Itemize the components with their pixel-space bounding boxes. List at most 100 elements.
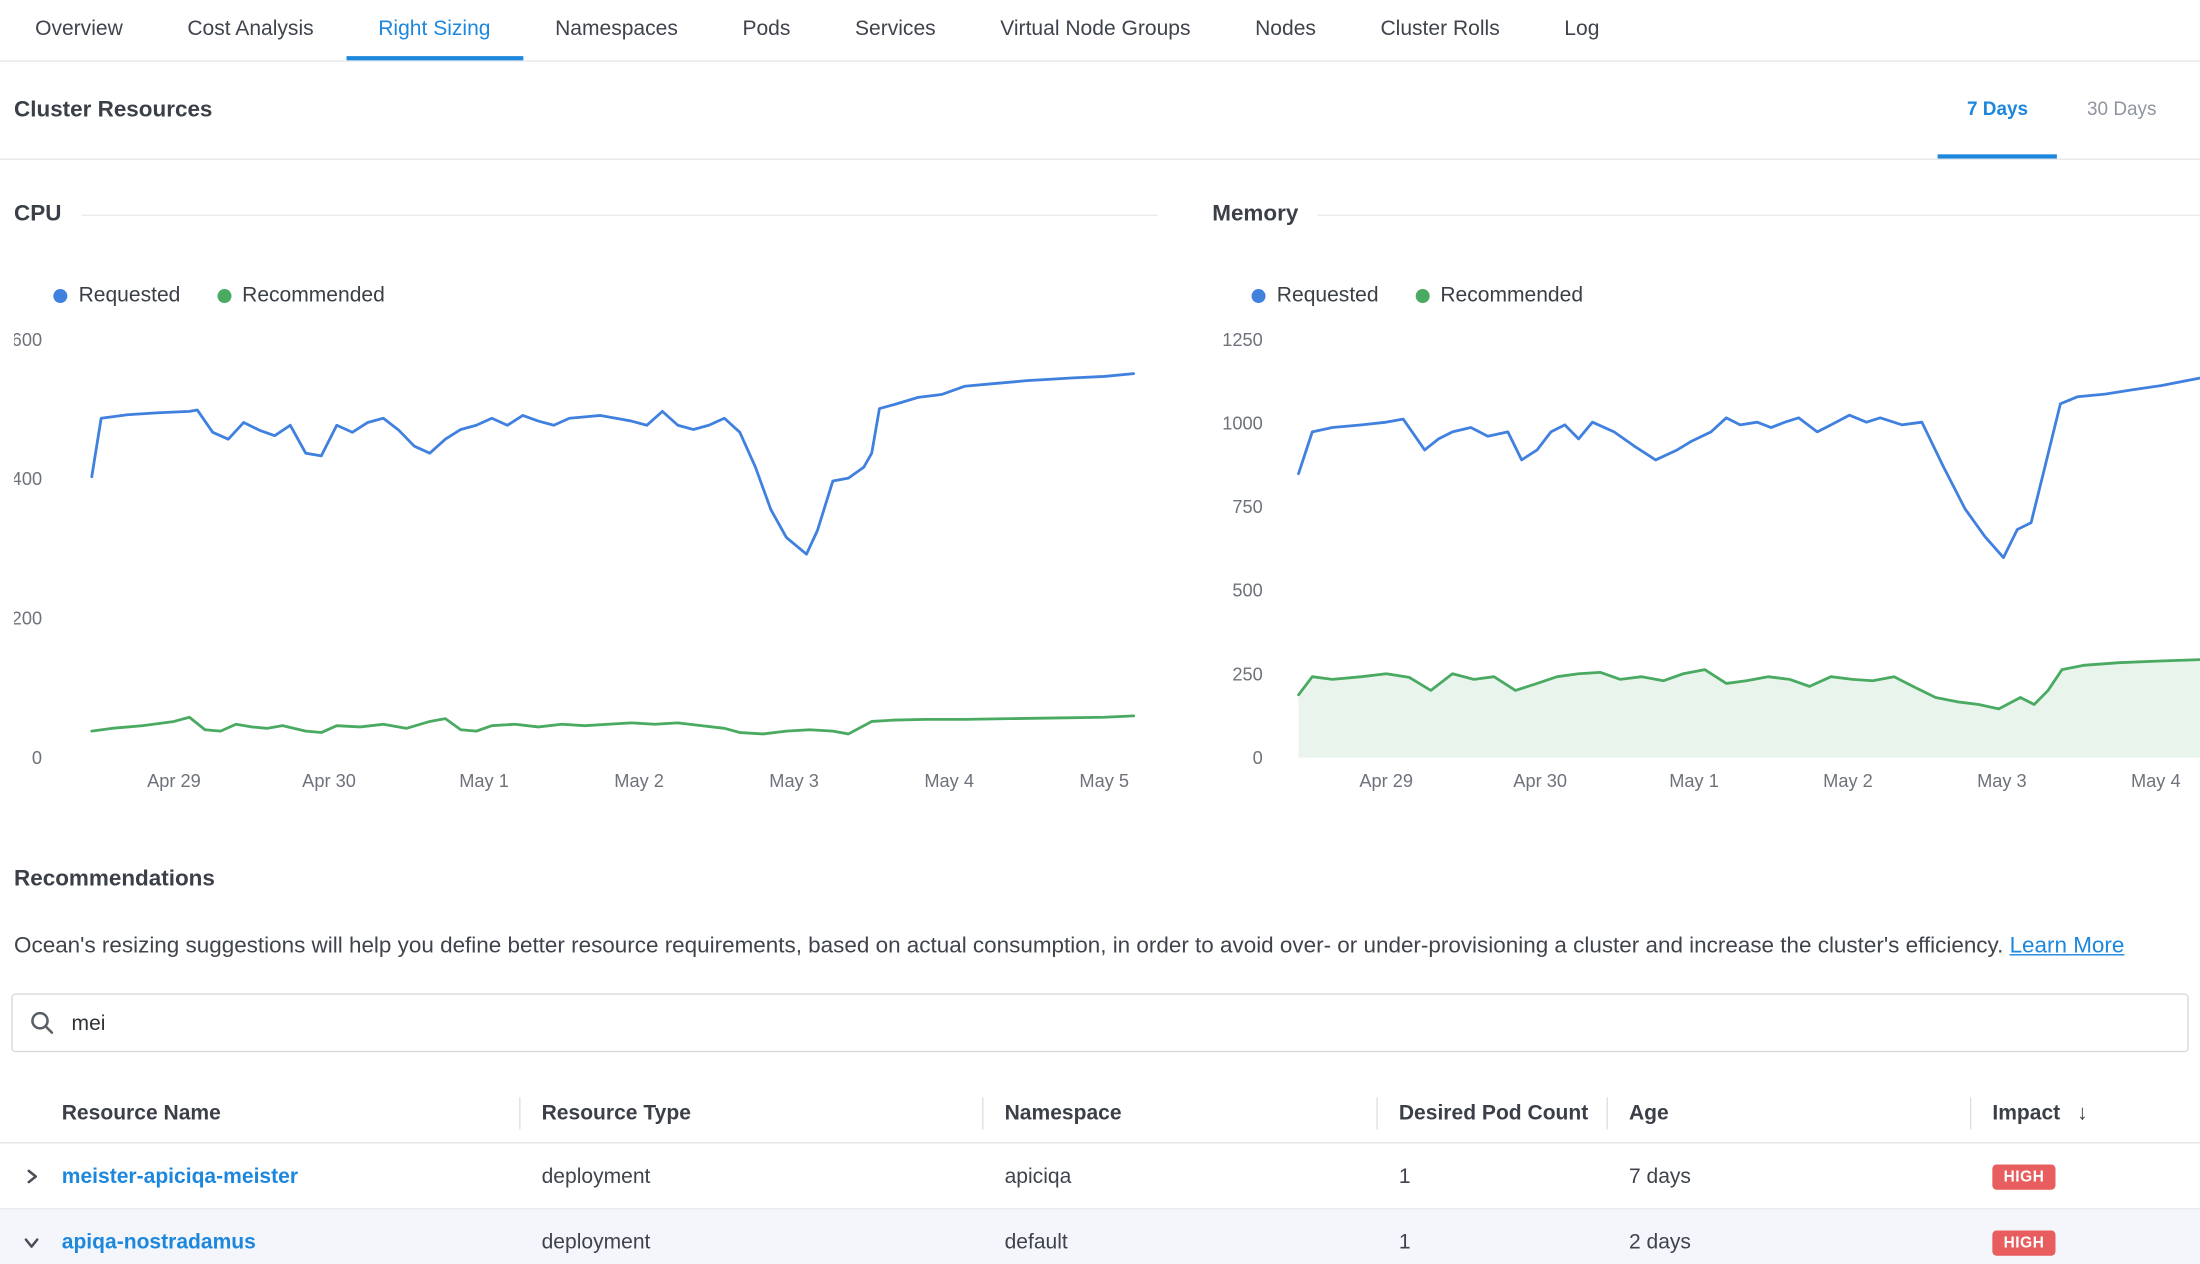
svg-text:May 4: May 4 (924, 770, 974, 791)
column-header-label: Resource Name (62, 1101, 221, 1125)
tab-nodes[interactable]: Nodes (1223, 0, 1348, 60)
column-header-label: Desired Pod Count (1399, 1101, 1588, 1125)
sort-descending-icon[interactable]: ↓ (2077, 1101, 2088, 1125)
namespace-cell: default (982, 1230, 1376, 1254)
tab-virtual-node-groups[interactable]: Virtual Node Groups (968, 0, 1223, 60)
svg-text:May 3: May 3 (769, 770, 819, 791)
column-header-label: Impact (1992, 1101, 2060, 1125)
search-box[interactable] (11, 993, 2189, 1052)
tab-pods[interactable]: Pods (710, 0, 823, 60)
cluster-resources-title: Cluster Resources (14, 98, 212, 123)
svg-text:500: 500 (1232, 580, 1262, 601)
svg-text:Apr 30: Apr 30 (1513, 770, 1567, 791)
resource-name-cell: meister-apiciqa-meister (0, 1164, 519, 1188)
age-cell: 7 days (1607, 1164, 1970, 1188)
column-header-namespace[interactable]: Namespace (982, 1085, 1376, 1143)
memory-chart-title-row: Memory (1212, 202, 2200, 227)
svg-text:1250: 1250 (1222, 329, 1263, 350)
svg-text:May 2: May 2 (614, 770, 664, 791)
svg-text:0: 0 (32, 747, 42, 768)
requested-dot-icon (1252, 288, 1266, 302)
recommended-dot-icon (1415, 288, 1429, 302)
memory-chart-title: Memory (1212, 202, 1298, 227)
column-header-resource-name[interactable]: Resource Name (0, 1085, 519, 1143)
range-7-days[interactable]: 7 Days (1938, 62, 2058, 159)
table-header: Resource Name Resource Type Namespace Desir… (0, 1085, 2200, 1144)
column-header-age[interactable]: Age (1607, 1085, 1970, 1143)
svg-text:400: 400 (14, 468, 42, 489)
cpu-chart: 0 200 400 600 Apr 29 Apr 30 May 1 May 2 May 3 May… (14, 328, 1157, 805)
time-range-toggle: 7 Days30 Days (1938, 62, 2186, 159)
tab-cost-analysis[interactable]: Cost Analysis (155, 0, 346, 60)
range-30-days[interactable]: 30 Days (2058, 62, 2186, 159)
cluster-resources-title-wrap: Cluster Resources (14, 62, 212, 159)
tab-right-sizing[interactable]: Right Sizing (346, 0, 523, 60)
svg-text:1000: 1000 (1222, 412, 1263, 433)
column-header-label: Namespace (1005, 1101, 1122, 1125)
recommendations-title: Recommendations (14, 867, 2200, 892)
memory-legend: Requested Recommended (1252, 283, 2200, 307)
charts-row: CPU Requested Recommended 0 200 400 600 Apr 2… (0, 202, 2200, 805)
column-header-label: Resource Type (542, 1101, 691, 1125)
impact-cell: HIGH (1970, 1228, 2200, 1255)
svg-text:May 3: May 3 (1977, 770, 2027, 791)
tab-log[interactable]: Log (1532, 0, 1632, 60)
cpu-chart-svg: 0 200 400 600 Apr 29 Apr 30 May 1 May 2 May 3 May… (14, 328, 1157, 805)
column-header-desired-pod-count[interactable]: Desired Pod Count (1376, 1085, 1606, 1143)
legend-requested: Requested (1252, 283, 1379, 307)
tab-namespaces[interactable]: Namespaces (523, 0, 710, 60)
namespace-cell: apiciqa (982, 1164, 1376, 1188)
tab-cluster-rolls[interactable]: Cluster Rolls (1348, 0, 1532, 60)
tab-overview[interactable]: Overview (3, 0, 155, 60)
cpu-chart-block: CPU Requested Recommended 0 200 400 600 Apr 2… (14, 202, 1157, 805)
recommendations-table: Resource Name Resource Type Namespace Desir… (0, 1085, 2200, 1264)
column-header-impact[interactable]: Impact ↓ (1970, 1085, 2200, 1143)
memory-chart-svg: 025050075010001250Apr 29Apr 30May 1May 2… (1212, 328, 2200, 805)
table-row-meister-apiciqa-meister[interactable]: meister-apiciqa-meisterdeploymentapiciqa… (0, 1143, 2200, 1208)
tab-bar: OverviewCost AnalysisRight SizingNamespa… (0, 0, 2200, 62)
svg-text:0: 0 (1253, 747, 1263, 768)
legend-label: Recommended (1440, 283, 1583, 307)
requested-dot-icon (53, 288, 67, 302)
divider (81, 214, 1157, 215)
table-row-apiqa-nostradamus[interactable]: apiqa-nostradamus deploymentdefault12 day… (0, 1208, 2200, 1264)
app-viewport: OverviewCost AnalysisRight SizingNamespa… (0, 0, 2200, 1264)
age-cell: 2 days (1607, 1230, 1970, 1254)
svg-text:Apr 29: Apr 29 (147, 770, 201, 791)
recommended-dot-icon (217, 288, 231, 302)
impact-cell: HIGH (1970, 1162, 2200, 1189)
svg-text:600: 600 (14, 329, 42, 350)
svg-text:May 1: May 1 (459, 770, 509, 791)
search-input[interactable] (69, 1010, 2171, 1037)
resource-name-link[interactable]: meister-apiciqa-meister (62, 1164, 298, 1188)
svg-text:May 5: May 5 (1079, 770, 1129, 791)
svg-text:250: 250 (1232, 663, 1262, 684)
impact-badge: HIGH (1992, 1164, 2055, 1189)
memory-chart-block: Memory Requested Recommended 0 250 500 750 10… (1212, 202, 2200, 805)
legend-recommended: Recommended (217, 283, 385, 307)
svg-text:200: 200 (14, 608, 42, 629)
chevron-down-icon[interactable] (22, 1233, 40, 1251)
svg-text:750: 750 (1232, 496, 1262, 517)
legend-requested: Requested (53, 283, 180, 307)
memory-chart: 025050075010001250Apr 29Apr 30May 1May 2… (1212, 328, 2200, 805)
right-sizing-page: OverviewCost AnalysisRight SizingNamespa… (0, 0, 2200, 1264)
cluster-resources-header: Cluster Resources 7 Days30 Days (0, 62, 2200, 160)
recommendations-description-text: Ocean's resizing suggestions will help y… (14, 934, 2003, 958)
impact-badge: HIGH (1992, 1230, 2055, 1255)
learn-more-link[interactable]: Learn More (2010, 934, 2125, 958)
svg-text:May 4: May 4 (2131, 770, 2181, 791)
resource-type-cell: deployment (519, 1230, 982, 1254)
recommendations-description: Ocean's resizing suggestions will help y… (14, 933, 2186, 961)
column-header-resource-type[interactable]: Resource Type (519, 1085, 982, 1143)
svg-text:May 1: May 1 (1669, 770, 1719, 791)
desired-pod-count-cell: 1 (1376, 1230, 1606, 1254)
svg-text:May 2: May 2 (1823, 770, 1873, 791)
legend-recommended: Recommended (1415, 283, 1583, 307)
resource-name-cell: apiqa-nostradamus (0, 1230, 519, 1254)
tab-services[interactable]: Services (823, 0, 968, 60)
resource-name-link[interactable]: apiqa-nostradamus (62, 1230, 256, 1254)
chevron-right-icon[interactable] (22, 1167, 40, 1185)
cpu-chart-title: CPU (14, 202, 61, 227)
svg-text:Apr 30: Apr 30 (302, 770, 356, 791)
